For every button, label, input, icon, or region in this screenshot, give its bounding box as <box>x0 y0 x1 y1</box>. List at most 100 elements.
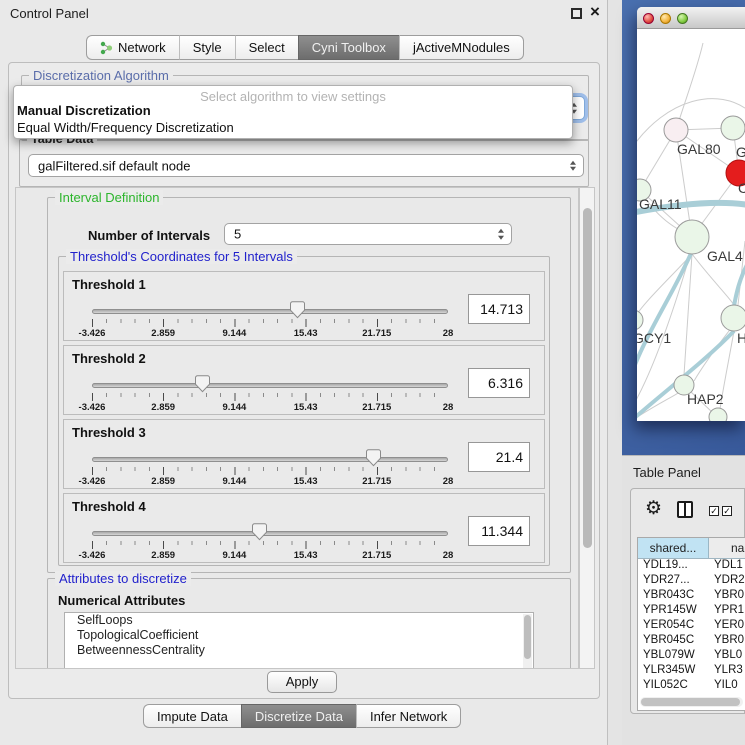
number-of-intervals-combobox[interactable]: 5 <box>224 223 512 245</box>
list-scrollbar[interactable] <box>523 614 532 669</box>
control-panel: Control Panel × Network Style Select Cyn… <box>0 0 608 745</box>
tick-label: 28 <box>443 328 454 339</box>
network-window-titlebar[interactable] <box>637 7 745 29</box>
float-window-icon[interactable] <box>571 8 582 19</box>
column-header-name[interactable]: na <box>709 538 745 558</box>
network-node-h[interactable] <box>721 305 745 331</box>
dropdown-prompt: Select algorithm to view settings <box>14 86 572 102</box>
combo-arrows-icon <box>498 229 504 240</box>
zoom-traffic-light[interactable] <box>677 13 688 24</box>
table-row[interactable]: YIL052CYIL0 <box>638 679 745 694</box>
tab-style[interactable]: Style <box>179 35 235 60</box>
gear-icon[interactable]: ⚙ <box>645 497 662 520</box>
settings-vertical-scrollbar[interactable] <box>579 187 595 669</box>
group-title: Attributes to discretize <box>55 571 191 586</box>
table-row[interactable]: YBR043CYBR0 <box>638 589 745 604</box>
tab-infer-network[interactable]: Infer Network <box>356 704 461 728</box>
attributes-to-discretize-group: Attributes to discretize Numerical Attri… <box>47 578 571 669</box>
table-toolbar: ⚙ ✓ ✓ <box>631 489 744 535</box>
combo-value: galFiltered.sif default node <box>38 158 190 173</box>
threshold-3-slider[interactable]: -3.4262.8599.14415.4321.71528 <box>92 448 448 486</box>
scrollbar-thumb[interactable] <box>583 208 592 548</box>
group-title: Discretization Algorithm <box>29 68 173 83</box>
tab-impute-data[interactable]: Impute Data <box>143 704 241 728</box>
dropdown-option-manual[interactable]: Manual Discretization <box>14 102 572 119</box>
slider-ticks <box>92 393 448 401</box>
table-row[interactable]: YDL19...YDL1 <box>638 559 745 574</box>
threshold-1-slider[interactable]: -3.4262.8599.14415.4321.71528 <box>92 300 448 338</box>
table-row[interactable]: YDR27...YDR2 <box>638 574 745 589</box>
threshold-2-box: Threshold 2 -3.4262.8599.14415.4321.7152… <box>63 345 545 415</box>
table-data-combobox[interactable]: galFiltered.sif default node <box>28 154 584 177</box>
network-view-window: GAL80 G C GAL11 GAL4 GCY1 H HAP2 <box>637 7 745 421</box>
slider-tick-labels: -3.4262.8599.14415.4321.71528 <box>92 476 448 487</box>
tab-label: Style <box>193 36 222 59</box>
tick-label: 2.859 <box>151 550 175 561</box>
threshold-2-slider[interactable]: -3.4262.8599.14415.4321.71528 <box>92 374 448 412</box>
tick-label: 21.715 <box>362 476 391 487</box>
tab-label: Infer Network <box>370 705 447 728</box>
scrollbar-thumb[interactable] <box>524 615 531 659</box>
tab-select[interactable]: Select <box>235 35 298 60</box>
threshold-4-slider[interactable]: -3.4262.8599.14415.4321.71528 <box>92 522 448 560</box>
table-row[interactable]: YBR045CYBR0 <box>638 634 745 649</box>
slider-thumb[interactable] <box>252 523 267 541</box>
slider-tick-labels: -3.4262.8599.14415.4321.71528 <box>92 550 448 561</box>
close-icon[interactable]: × <box>590 2 600 22</box>
cell-shared-name: YBR045C <box>638 634 708 649</box>
table-row[interactable]: YPR145WYPR1 <box>638 604 745 619</box>
group-title: Threshold's Coordinates for 5 Intervals <box>66 249 297 264</box>
cell-name: YDR2 <box>708 574 745 589</box>
network-node[interactable] <box>721 116 745 140</box>
network-node-gal80[interactable] <box>664 118 688 142</box>
number-of-intervals-label: Number of Intervals <box>88 228 210 243</box>
threshold-2-value-field[interactable]: 6.316 <box>468 368 530 398</box>
tick-label: 15.43 <box>294 402 318 413</box>
tab-cyni-toolbox[interactable]: Cyni Toolbox <box>298 35 399 60</box>
slider-track[interactable] <box>92 309 448 314</box>
column-header-shared-name[interactable]: shared... <box>638 538 709 558</box>
tab-jactivemnodules[interactable]: jActiveMNodules <box>399 35 524 60</box>
threshold-1-value-field[interactable]: 14.713 <box>468 294 530 324</box>
table-row[interactable]: YLR345WYLR3 <box>638 664 745 679</box>
network-canvas[interactable]: GAL80 G C GAL11 GAL4 GCY1 H HAP2 <box>637 29 745 421</box>
tab-label: Select <box>249 36 285 59</box>
checkbox-icon[interactable]: ✓ <box>722 506 732 516</box>
combo-arrows-icon <box>570 160 576 171</box>
tab-discretize-data[interactable]: Discretize Data <box>241 704 356 728</box>
dropdown-option-equal-width[interactable]: Equal Width/Frequency Discretization <box>14 119 572 136</box>
network-node-gcy1[interactable] <box>637 310 643 330</box>
numerical-attributes-list[interactable]: SelfLoopsTopologicalCoefficientBetweenne… <box>64 612 534 669</box>
slider-track[interactable] <box>92 531 448 536</box>
network-node-gal4[interactable] <box>675 220 709 254</box>
cell-shared-name: YDR27... <box>638 574 708 589</box>
node-label-hap2: HAP2 <box>687 391 724 407</box>
minimize-traffic-light[interactable] <box>660 13 671 24</box>
numerical-attributes-label: Numerical Attributes <box>58 593 185 608</box>
attribute-list-item[interactable]: TopologicalCoefficient <box>65 628 533 643</box>
slider-track[interactable] <box>92 457 448 462</box>
slider-thumb[interactable] <box>366 449 381 467</box>
table-row[interactable]: YER054CYER0 <box>638 619 745 634</box>
attribute-list-item[interactable]: SelfLoops <box>65 613 533 628</box>
checkbox-icon[interactable]: ✓ <box>709 506 719 516</box>
slider-ticks <box>92 319 448 327</box>
tab-network[interactable]: Network <box>86 35 179 60</box>
attribute-list-item[interactable]: BetweennessCentrality <box>65 643 533 658</box>
network-icon <box>100 41 113 55</box>
table-horizontal-scrollbar[interactable] <box>640 697 743 707</box>
table-row[interactable]: YBL079WYBL0 <box>638 649 745 664</box>
slider-thumb[interactable] <box>290 301 305 319</box>
scrollbar-thumb[interactable] <box>641 698 740 706</box>
network-node[interactable] <box>709 408 727 421</box>
close-traffic-light[interactable] <box>643 13 654 24</box>
tick-label: -3.426 <box>79 550 106 561</box>
split-columns-icon[interactable] <box>677 501 693 518</box>
threshold-label: Threshold 2 <box>72 351 146 366</box>
slider-thumb[interactable] <box>195 375 210 393</box>
threshold-3-value-field[interactable]: 21.4 <box>468 442 530 472</box>
threshold-4-value-field[interactable]: 11.344 <box>468 516 530 546</box>
node-label-partial-h: H <box>737 330 745 346</box>
slider-track[interactable] <box>92 383 448 388</box>
apply-button[interactable]: Apply <box>267 671 337 693</box>
